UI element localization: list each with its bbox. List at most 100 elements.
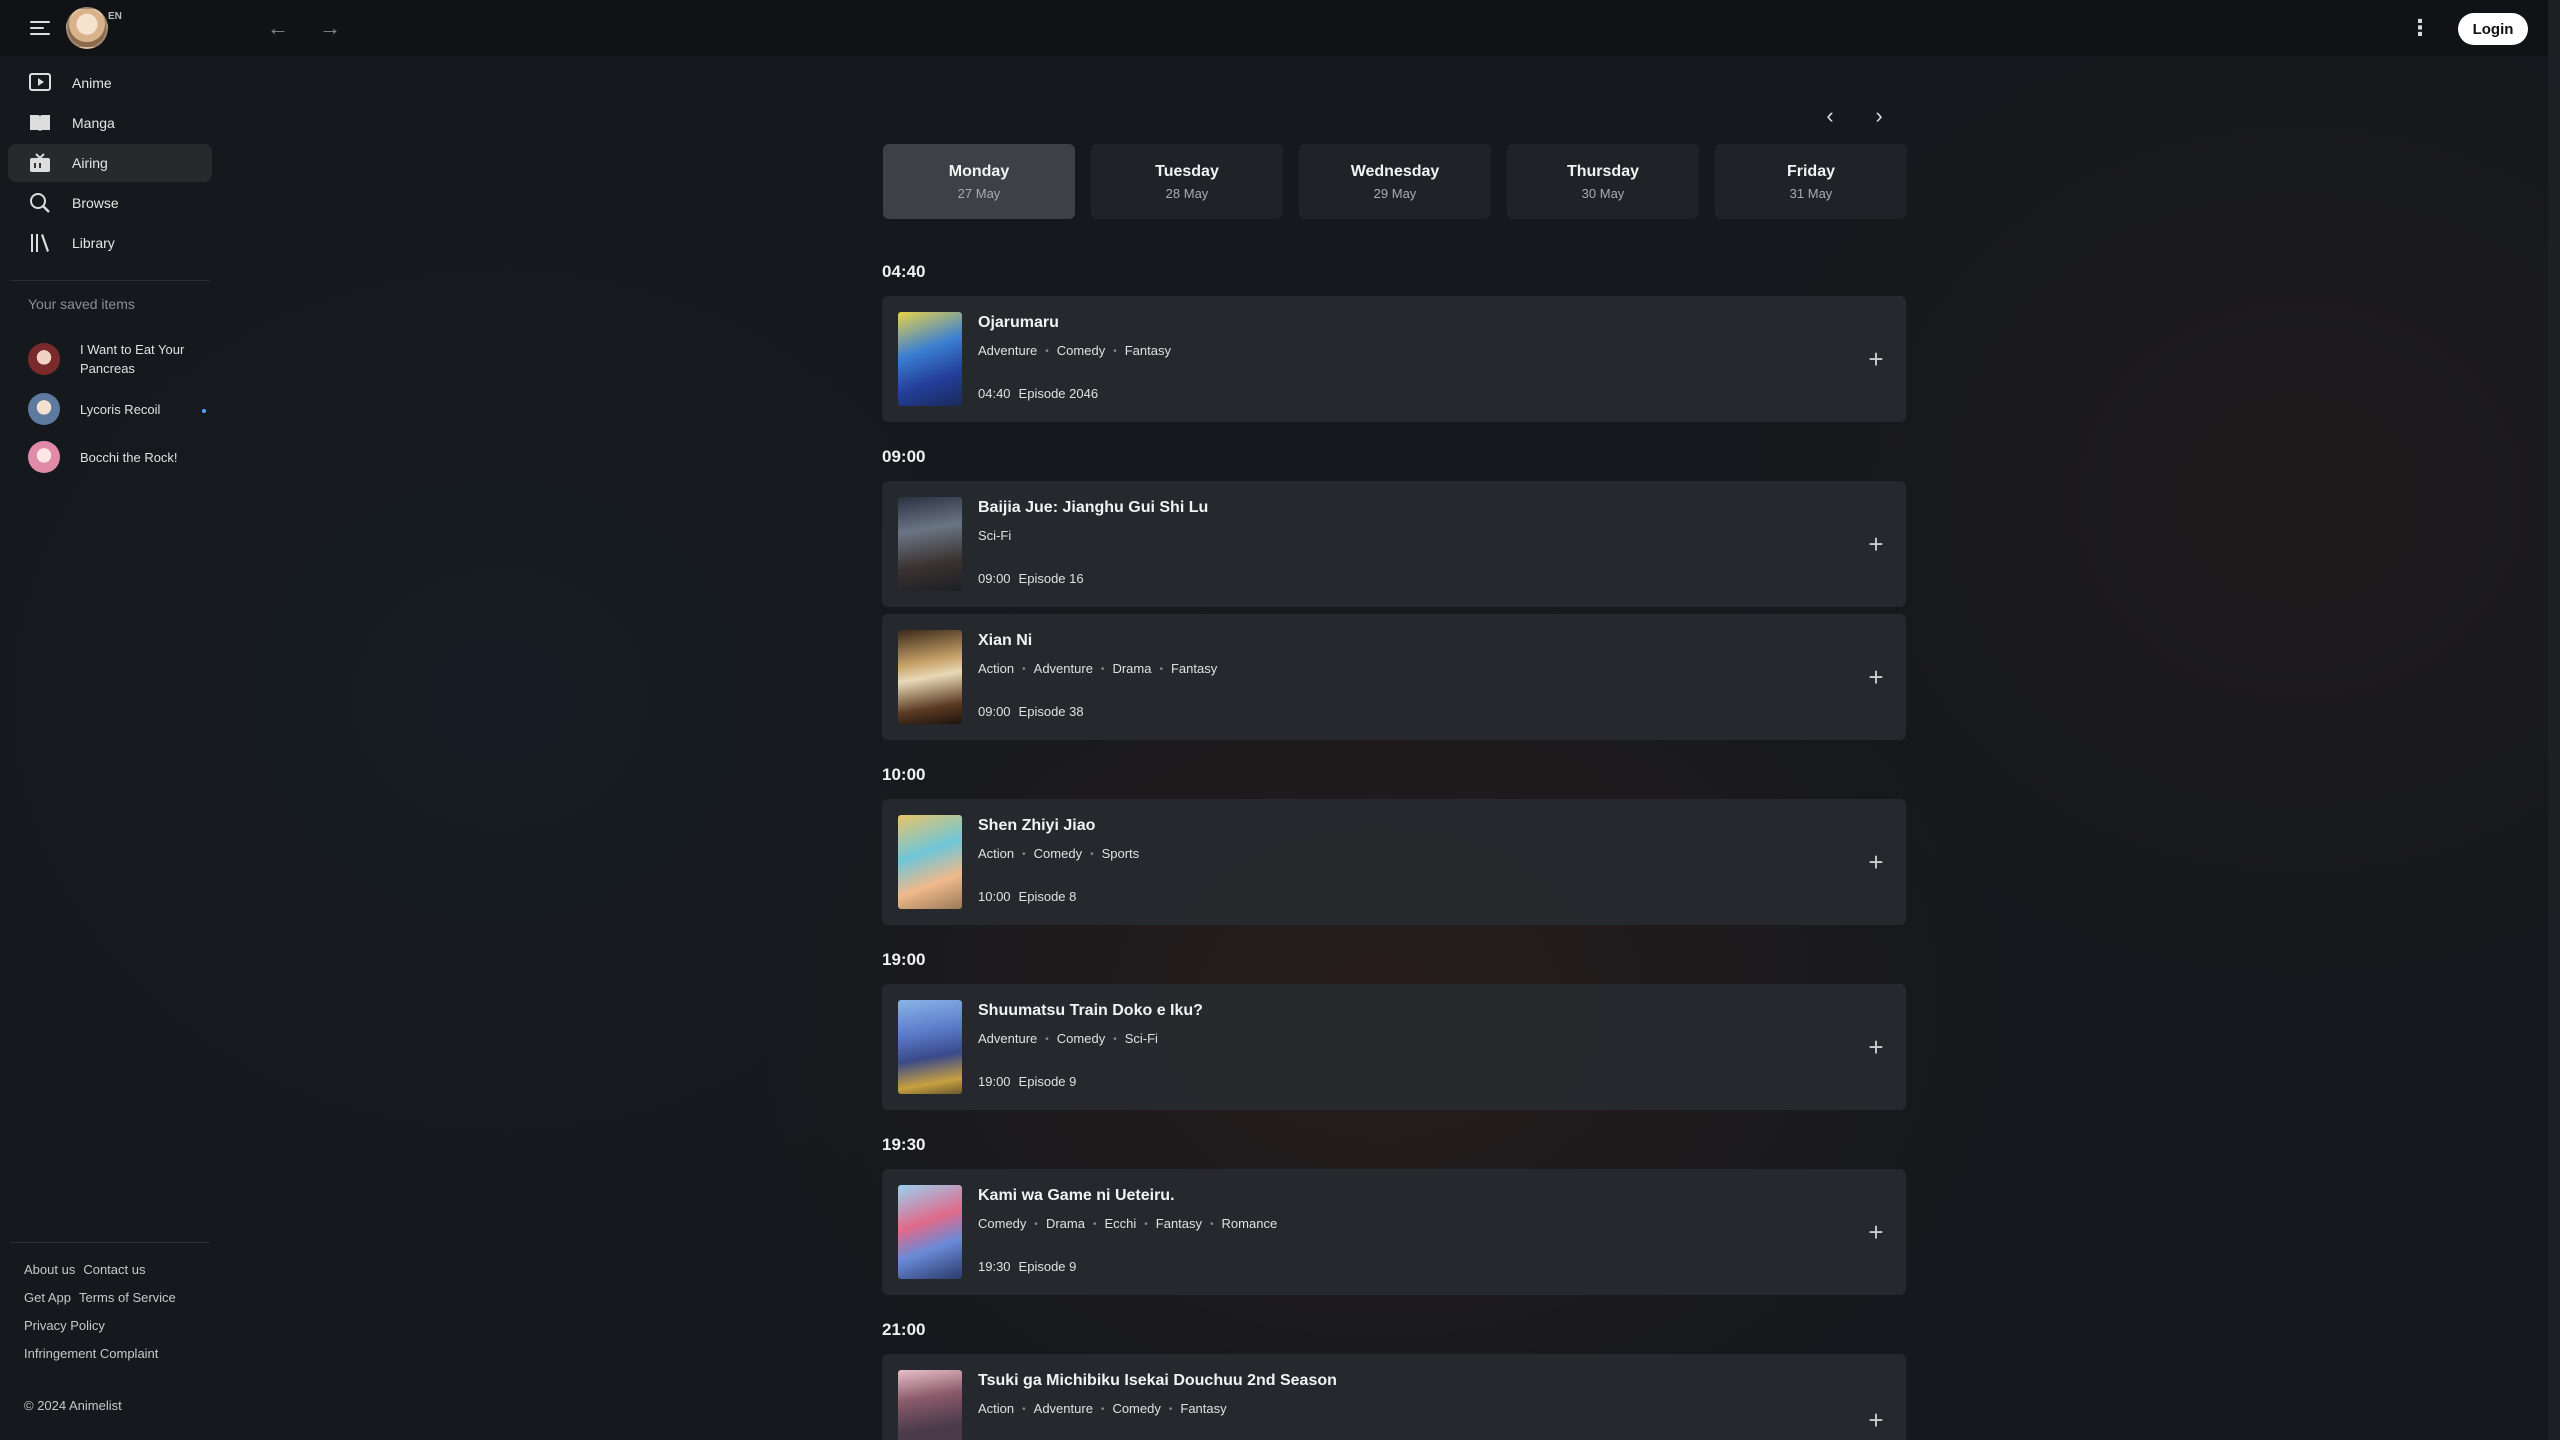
tab-wednesday[interactable]: Wednesday 29 May	[1299, 144, 1491, 219]
add-plus-icon[interactable]: +	[1862, 1405, 1890, 1435]
genre-tag: Romance	[1202, 1216, 1278, 1231]
anime-title[interactable]: Shuumatsu Train Doko e Iku?	[978, 1002, 1203, 1020]
genre-tag: Comedy	[1093, 1401, 1160, 1416]
login-button[interactable]: Login	[2458, 13, 2528, 45]
time-heading: 04:40	[882, 262, 926, 281]
genre-tag: Fantasy	[1151, 661, 1217, 676]
day-date: 27 May	[957, 185, 1001, 201]
air-time: 10:00	[978, 889, 1011, 904]
tab-tuesday[interactable]: Tuesday 28 May	[1091, 144, 1283, 219]
sidebar-item-label: Anime	[72, 75, 112, 91]
saved-item[interactable]: I Want to Eat Your Pancreas	[28, 340, 208, 378]
genre-tag: Fantasy	[1105, 343, 1171, 358]
episode-meta: 19:00 Episode 9	[978, 1074, 1076, 1089]
schedule-card[interactable]: Tsuki ga Michibiku Isekai Douchuu 2nd Se…	[882, 1354, 1906, 1440]
schedule-card[interactable]: Baijia Jue: Jianghu Gui Shi Lu Sci-Fi 09…	[882, 481, 1906, 607]
time-heading: 21:00	[882, 1320, 926, 1339]
scrollbar[interactable]	[2548, 0, 2560, 1440]
add-plus-icon[interactable]: +	[1862, 529, 1890, 559]
poster-image	[898, 1000, 962, 1094]
day-date: 29 May	[1373, 185, 1417, 201]
poster-image	[898, 497, 962, 591]
day-name: Monday	[948, 162, 1010, 180]
infringement-link[interactable]: Infringement Complaint	[24, 1346, 158, 1361]
day-name: Wednesday	[1350, 162, 1440, 180]
sidebar-item-airing[interactable]: Airing	[8, 144, 212, 182]
contact-link[interactable]: Contact us	[83, 1262, 145, 1277]
genre-tag: Drama	[1093, 661, 1151, 676]
tab-monday[interactable]: Monday 27 May	[883, 144, 1075, 219]
anime-title[interactable]: Baijia Jue: Jianghu Gui Shi Lu	[978, 499, 1208, 517]
sidebar-item-library[interactable]: Library	[8, 224, 212, 262]
episode-meta: 04:40 Episode 2046	[978, 386, 1098, 401]
privacy-link[interactable]: Privacy Policy	[24, 1318, 105, 1333]
genre-tag: Comedy	[978, 1216, 1027, 1231]
add-plus-icon[interactable]: +	[1862, 344, 1890, 374]
air-time: 09:00	[978, 704, 1011, 719]
schedule-card[interactable]: Shuumatsu Train Doko e Iku? AdventureCom…	[882, 984, 1906, 1110]
prev-week-chevron-icon[interactable]: ‹	[1814, 100, 1846, 132]
anime-title[interactable]: Kami wa Game ni Ueteiru.	[978, 1187, 1175, 1205]
episode-number: Episode 9	[1018, 1259, 1077, 1274]
sidebar-divider	[10, 280, 210, 281]
play-icon	[28, 71, 52, 95]
sidebar-item-browse[interactable]: Browse	[8, 184, 212, 222]
genre-list: ComedyDramaEcchiFantasyRomance	[978, 1216, 1277, 1231]
air-time: 09:00	[978, 571, 1011, 586]
add-plus-icon[interactable]: +	[1862, 847, 1890, 877]
sidebar-item-label: Browse	[72, 195, 119, 211]
genre-list: Sci-Fi	[978, 528, 1011, 543]
episode-number: Episode 9	[1018, 1074, 1077, 1089]
sidebar: Anime Manga Airing Browse Library Your s…	[0, 56, 212, 1440]
anime-title[interactable]: Ojarumaru	[978, 314, 1059, 332]
back-arrow-icon[interactable]: ←	[262, 12, 294, 44]
schedule-card[interactable]: Ojarumaru AdventureComedyFantasy 04:40 Ep…	[882, 296, 1906, 422]
top-bar: EN ← → ⋮ Login	[0, 0, 2548, 56]
kebab-icon[interactable]: ⋮	[2406, 14, 2434, 42]
tv-icon	[28, 151, 52, 175]
next-week-chevron-icon[interactable]: ›	[1863, 100, 1895, 132]
saved-items-heading: Your saved items	[28, 296, 135, 312]
schedule-card[interactable]: Kami wa Game ni Ueteiru. ComedyDramaEcch…	[882, 1169, 1906, 1295]
episode-number: Episode 16	[1018, 571, 1084, 586]
avatar-logo[interactable]	[66, 7, 108, 49]
genre-tag: Action	[978, 661, 1015, 676]
schedule-card[interactable]: Shen Zhiyi Jiao ActionComedySports 10:00…	[882, 799, 1906, 925]
anime-title[interactable]: Xian Ni	[978, 632, 1032, 650]
genre-tag: Adventure	[978, 343, 1038, 358]
episode-meta: 09:00 Episode 16	[978, 571, 1084, 586]
saved-item-label: Lycoris Recoil	[80, 401, 161, 417]
genre-tag: Comedy	[1037, 343, 1105, 358]
poster-image	[898, 815, 962, 909]
sidebar-item-manga[interactable]: Manga	[8, 104, 212, 142]
add-plus-icon[interactable]: +	[1862, 1032, 1890, 1062]
genre-list: ActionAdventureComedyFantasy	[978, 1401, 1227, 1416]
forward-arrow-icon[interactable]: →	[314, 12, 346, 44]
add-plus-icon[interactable]: +	[1862, 662, 1890, 692]
genre-tag: Drama	[1026, 1216, 1085, 1231]
schedule-card[interactable]: Xian Ni ActionAdventureDramaFantasy 09:0…	[882, 614, 1906, 740]
air-time: 04:40	[978, 386, 1011, 401]
footer-row: Privacy Policy	[24, 1318, 113, 1333]
about-link[interactable]: About us	[24, 1262, 75, 1277]
episode-number: Episode 8	[1018, 889, 1077, 904]
tab-friday[interactable]: Friday 31 May	[1715, 144, 1907, 219]
time-heading: 19:30	[882, 1135, 926, 1154]
day-date: 28 May	[1165, 185, 1209, 201]
menu-icon[interactable]	[26, 16, 54, 40]
saved-item[interactable]: Lycoris Recoil	[28, 393, 208, 425]
saved-item[interactable]: Bocchi the Rock!	[28, 441, 208, 473]
poster-image	[898, 630, 962, 724]
get-app-link[interactable]: Get App	[24, 1290, 71, 1305]
anime-title[interactable]: Shen Zhiyi Jiao	[978, 817, 1095, 835]
day-date: 30 May	[1581, 185, 1625, 201]
genre-tag: Adventure	[1014, 661, 1093, 676]
terms-link[interactable]: Terms of Service	[79, 1290, 176, 1305]
day-name: Tuesday	[1155, 162, 1219, 180]
sidebar-item-anime[interactable]: Anime	[8, 64, 212, 102]
language-badge[interactable]: EN	[108, 11, 122, 22]
add-plus-icon[interactable]: +	[1862, 1217, 1890, 1247]
poster-image	[898, 1370, 962, 1440]
tab-thursday[interactable]: Thursday 30 May	[1507, 144, 1699, 219]
anime-title[interactable]: Tsuki ga Michibiku Isekai Douchuu 2nd Se…	[978, 1372, 1337, 1390]
